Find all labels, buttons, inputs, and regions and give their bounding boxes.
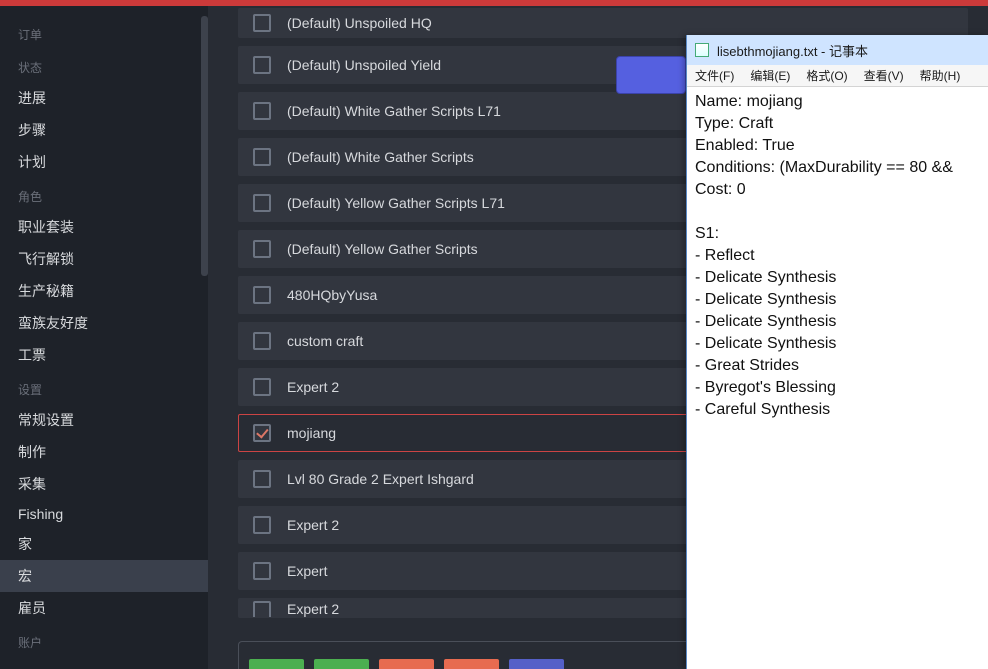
sidebar-item[interactable]: 飞行解锁 — [0, 243, 208, 275]
row-label: (Default) White Gather Scripts — [287, 149, 474, 165]
sidebar-group-title: 订单 — [0, 16, 208, 49]
row-label: Expert 2 — [287, 601, 339, 617]
sidebar-item[interactable]: 宏 — [0, 560, 208, 592]
row-label: Expert 2 — [287, 517, 339, 533]
notepad-body[interactable]: Name: mojiang Type: Craft Enabled: True … — [687, 87, 988, 425]
row-label: custom craft — [287, 333, 363, 349]
row-label: Expert — [287, 563, 327, 579]
row-label: mojiang — [287, 425, 336, 441]
row-label: (Default) Yellow Gather Scripts L71 — [287, 195, 505, 211]
sidebar-group-title: 账户 — [0, 624, 208, 657]
sidebar-item[interactable]: 步骤 — [0, 114, 208, 146]
notepad-icon — [695, 43, 709, 57]
row-checkbox[interactable] — [253, 562, 271, 580]
row-checkbox[interactable] — [253, 286, 271, 304]
sidebar-item[interactable]: 蛮族友好度 — [0, 307, 208, 339]
sidebar: 订单状态进展步骤计划角色职业套装飞行解锁生产秘籍蛮族友好度工票设置常规设置制作采… — [0, 6, 208, 669]
notepad-window: lisebthmojiang.txt - 记事本 文件(F)编辑(E)格式(O)… — [686, 35, 988, 669]
notepad-titlebar[interactable]: lisebthmojiang.txt - 记事本 — [687, 35, 988, 65]
sidebar-item[interactable]: 生产秘籍 — [0, 275, 208, 307]
row-checkbox[interactable] — [253, 332, 271, 350]
row-checkbox[interactable] — [253, 102, 271, 120]
row-checkbox[interactable] — [253, 516, 271, 534]
notepad-menu-item[interactable]: 查看(V) — [856, 67, 912, 84]
row-checkbox[interactable] — [253, 194, 271, 212]
sidebar-item[interactable]: 家 — [0, 528, 208, 560]
row-label: (Default) Unspoiled HQ — [287, 15, 432, 31]
row-checkbox[interactable] — [253, 470, 271, 488]
row-label: (Default) Yellow Gather Scripts — [287, 241, 478, 257]
action-button-3[interactable] — [379, 659, 434, 669]
row-checkbox[interactable] — [253, 148, 271, 166]
row-label: Expert 2 — [287, 379, 339, 395]
sidebar-item[interactable]: 计划 — [0, 146, 208, 178]
sidebar-item[interactable]: 常规设置 — [0, 404, 208, 436]
sidebar-item[interactable]: 工票 — [0, 339, 208, 371]
row-checkbox[interactable] — [253, 378, 271, 396]
row-checkbox[interactable] — [253, 424, 271, 442]
macro-row[interactable]: (Default) Unspoiled HQ — [238, 8, 968, 38]
row-checkbox[interactable] — [253, 240, 271, 258]
notepad-menu-item[interactable]: 编辑(E) — [742, 67, 798, 84]
row-label: 480HQbyYusa — [287, 287, 377, 303]
notepad-title-text: lisebthmojiang.txt - 记事本 — [717, 41, 868, 60]
sidebar-item[interactable]: 职业套装 — [0, 211, 208, 243]
notepad-menubar: 文件(F)编辑(E)格式(O)查看(V)帮助(H) — [687, 65, 988, 87]
sidebar-group-title: 角色 — [0, 178, 208, 211]
row-checkbox[interactable] — [253, 601, 271, 618]
row-label: (Default) White Gather Scripts L71 — [287, 103, 501, 119]
sidebar-group-title: 设置 — [0, 371, 208, 404]
sidebar-item[interactable]: Fishing — [0, 500, 208, 528]
sidebar-item[interactable]: 制作 — [0, 436, 208, 468]
sidebar-group-title: 状态 — [0, 49, 208, 82]
row-label: (Default) Unspoiled Yield — [287, 57, 441, 73]
row-checkbox[interactable] — [253, 14, 271, 32]
sidebar-item[interactable]: 采集 — [0, 468, 208, 500]
row-checkbox[interactable] — [253, 56, 271, 74]
action-button-2[interactable] — [314, 659, 369, 669]
notepad-menu-item[interactable]: 帮助(H) — [912, 67, 969, 84]
sidebar-item[interactable]: 进展 — [0, 82, 208, 114]
sidebar-scrollbar[interactable] — [201, 16, 208, 276]
sidebar-item[interactable]: 雇员 — [0, 592, 208, 624]
action-button-1[interactable] — [249, 659, 304, 669]
action-button-5[interactable] — [509, 659, 564, 669]
notepad-menu-item[interactable]: 格式(O) — [798, 67, 855, 84]
action-button-4[interactable] — [444, 659, 499, 669]
floating-action-button[interactable] — [616, 56, 686, 94]
row-label: Lvl 80 Grade 2 Expert Ishgard — [287, 471, 474, 487]
notepad-menu-item[interactable]: 文件(F) — [687, 67, 742, 84]
